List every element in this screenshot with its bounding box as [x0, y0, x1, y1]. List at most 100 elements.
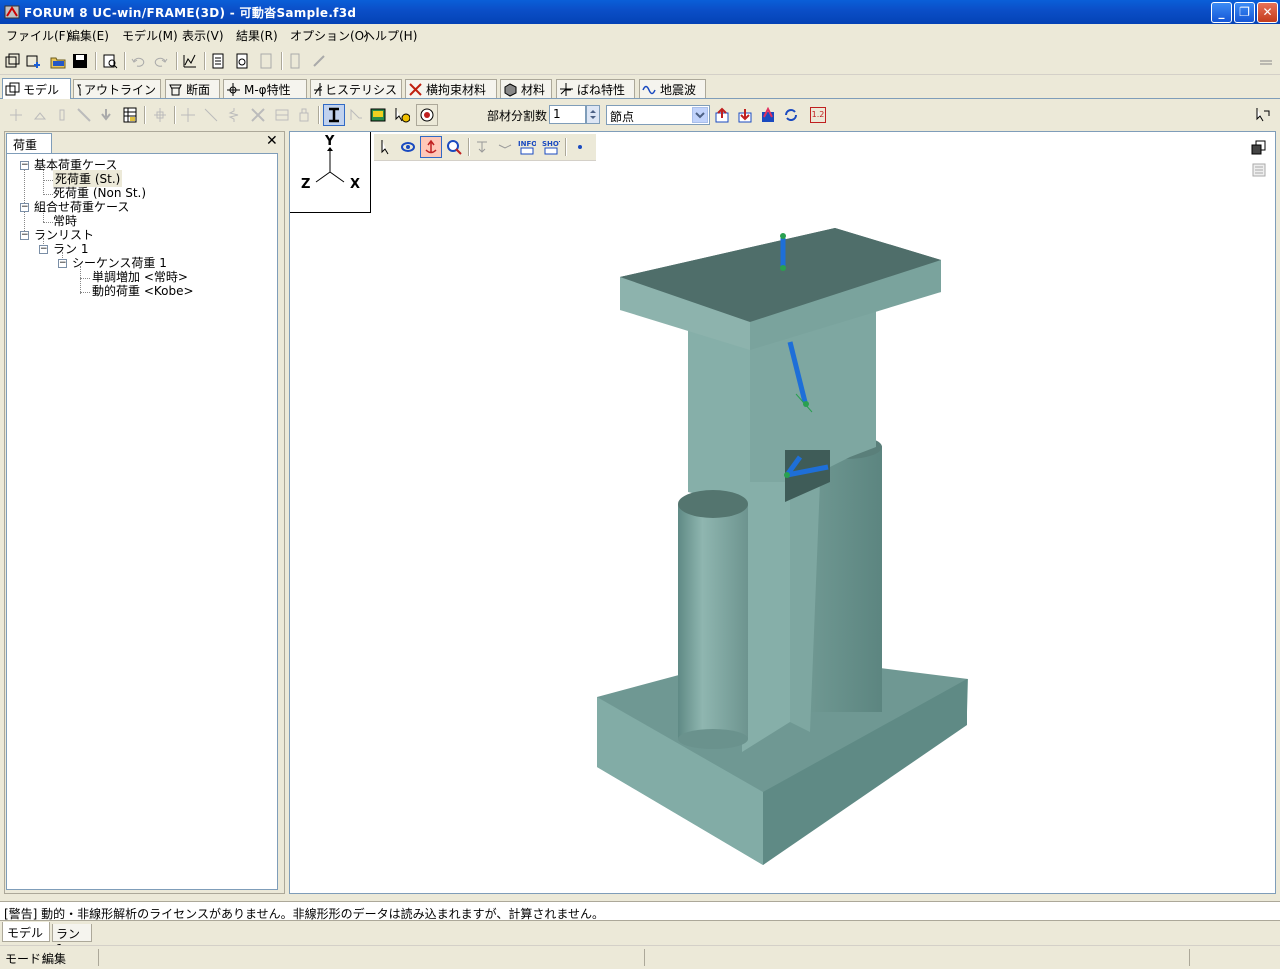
load-arrow-top: [780, 233, 786, 271]
menu-view[interactable]: 表示(V): [182, 27, 224, 44]
3d-viewport[interactable]: Y Z X INFO SHOT: [289, 131, 1276, 894]
node-select[interactable]: 節点: [606, 105, 710, 125]
save-icon[interactable]: [70, 51, 90, 71]
close-button[interactable]: ✕: [1257, 2, 1278, 23]
view-image-icon[interactable]: [368, 105, 388, 125]
move-up-icon[interactable]: [712, 105, 732, 125]
new-model-icon[interactable]: [2, 51, 22, 71]
tree-item-dynamic[interactable]: 動的荷重 <Kobe>: [92, 282, 194, 299]
model-toolbar: 部材分割数 1 節点 1.2: [0, 100, 1280, 130]
print-preview-icon[interactable]: [100, 51, 120, 71]
tab-wave[interactable]: 地震波: [639, 79, 706, 98]
extend-icon[interactable]: [201, 105, 221, 125]
node-add-icon[interactable]: [6, 105, 26, 125]
scale-label: 1.2: [810, 107, 826, 123]
tab-model[interactable]: モデル: [2, 78, 71, 99]
chevron-down-icon[interactable]: [692, 107, 708, 123]
tab-outline[interactable]: アウトライン: [73, 79, 161, 98]
bottom-tab-model[interactable]: モデル: [2, 922, 50, 942]
tab-hysteresis-label: ヒステリシス: [324, 82, 397, 97]
tab-spring[interactable]: ばね特性: [556, 79, 635, 98]
refresh-icon[interactable]: [781, 105, 801, 125]
hatch-icon[interactable]: [272, 105, 292, 125]
app-icon: [4, 5, 20, 19]
m-phi-icon: [227, 82, 240, 96]
undo-icon[interactable]: [128, 51, 148, 71]
menu-options[interactable]: オプション(O): [290, 27, 369, 44]
warning-message: [警告] 動的・非線形解析のライセンスがありません。非線形形のデータは読み込まれ…: [4, 907, 604, 921]
maximize-button[interactable]: ❐: [1234, 2, 1255, 23]
menu-bar: ファイル(F) 編集(E) モデル(M) 表示(V) 結果(R) オプション(O…: [0, 24, 1280, 44]
menu-result[interactable]: 結果(R): [236, 27, 278, 44]
section-tool-icon[interactable]: [346, 105, 366, 125]
split-icon[interactable]: [178, 105, 198, 125]
tree-item-combined-load[interactable]: 組合せ荷重ケース: [34, 198, 129, 215]
division-input[interactable]: 1: [549, 105, 586, 124]
list-disabled-icon[interactable]: [285, 51, 305, 71]
tab-section[interactable]: 断面: [165, 79, 220, 98]
element-icon[interactable]: [52, 105, 72, 125]
open-folder-icon[interactable]: [48, 51, 68, 71]
tab-m-phi-label: M-φ特性: [244, 82, 291, 97]
tab-confinement[interactable]: 横拘束材料: [405, 79, 497, 98]
display-settings-icon[interactable]: [416, 104, 438, 126]
model-icon: [5, 82, 20, 95]
tab-model-label: モデル: [23, 82, 60, 97]
load-arrow-icon[interactable]: [96, 105, 116, 125]
graph-icon[interactable]: [180, 51, 200, 71]
add-model-icon[interactable]: [24, 51, 44, 71]
title-bar: FORUM 8 UC-win/FRAME(3D) - 可動沓Sample.f3d…: [0, 0, 1280, 24]
tab-confinement-label: 横拘束材料: [426, 82, 487, 97]
table-icon[interactable]: [120, 105, 140, 125]
report-settings-icon[interactable]: [232, 51, 252, 71]
toolbar-options-icon[interactable]: [1256, 51, 1276, 71]
outline-icon: [77, 84, 81, 95]
load-tree: − 基本荷重ケース 死荷重 (St.) 死荷重 (Non St.) − 組合せ荷…: [6, 153, 278, 890]
material-icon: [504, 82, 517, 97]
highlight-icon[interactable]: [758, 105, 778, 125]
left-column-top: [678, 490, 748, 518]
right-column: [810, 447, 882, 712]
rigid-icon[interactable]: [150, 105, 170, 125]
tab-material-label: 材料: [521, 82, 546, 97]
move-down-icon[interactable]: [735, 105, 755, 125]
message-bar: [警告] 動的・非線形解析のライセンスがありません。非線形形のデータは読み込まれ…: [0, 901, 1280, 921]
member-icon[interactable]: [74, 105, 94, 125]
scale-icon[interactable]: 1.2: [808, 105, 828, 125]
tab-section-label: 断面: [186, 82, 211, 97]
wave-icon: [642, 85, 656, 94]
division-stepper[interactable]: [586, 105, 600, 124]
spring-tool-icon[interactable]: [224, 105, 244, 125]
minimize-button[interactable]: _: [1211, 2, 1232, 23]
support-icon[interactable]: [30, 105, 50, 125]
mode-label: モード:: [5, 952, 46, 966]
cross-tool-icon[interactable]: [248, 105, 268, 125]
tab-outline-label: アウトライン: [83, 82, 156, 97]
report-disabled-icon[interactable]: [256, 51, 276, 71]
window-title: FORUM 8 UC-win/FRAME(3D) - 可動沓Sample.f3d: [24, 6, 357, 20]
menu-file[interactable]: ファイル(F): [6, 27, 70, 44]
tool-disabled-icon[interactable]: [309, 51, 329, 71]
tab-material[interactable]: 材料: [500, 79, 552, 98]
tab-hysteresis[interactable]: ヒステリシス: [310, 79, 402, 98]
menu-edit[interactable]: 編集(E): [68, 27, 109, 44]
tab-m-phi[interactable]: M-φ特性: [223, 79, 307, 98]
menu-model[interactable]: モデル(M): [122, 27, 178, 44]
cursor-mode-icon[interactable]: [1252, 105, 1272, 125]
division-label: 部材分割数: [487, 109, 548, 123]
info-cursor-icon[interactable]: [392, 105, 412, 125]
tab-load[interactable]: 荷重: [6, 133, 52, 153]
menu-help[interactable]: ヘルプ(H): [363, 27, 417, 44]
box-tool-icon[interactable]: [294, 105, 314, 125]
i-beam-icon[interactable]: [323, 104, 345, 126]
report-icon[interactable]: [208, 51, 228, 71]
close-panel-icon[interactable]: ✕: [266, 133, 278, 149]
status-bar: モード: 編集: [0, 945, 1280, 969]
redo-icon[interactable]: [151, 51, 171, 71]
tab-strip-line: [0, 98, 1280, 99]
tab-spring-label: ばね特性: [577, 82, 626, 97]
hysteresis-icon: [314, 82, 322, 96]
mode-value: 編集: [42, 952, 67, 966]
bottom-tab-run1[interactable]: ラン 1: [52, 924, 92, 956]
left-column: [678, 504, 748, 739]
